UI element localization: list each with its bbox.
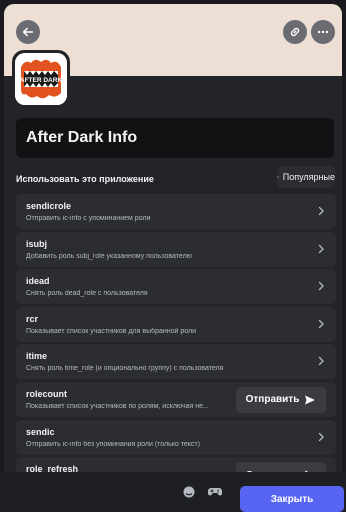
command-item-rcr[interactable]: rcr Показывает список участников для выб… (16, 306, 336, 342)
more-dots-icon (317, 30, 329, 34)
command-item-sendicrole[interactable]: sendicrole Отправить ic-info с упоминани… (16, 194, 336, 229)
command-description: Снять роль time_role (и опционально груп… (26, 365, 224, 373)
svg-text:AFTER DARK: AFTER DARK (20, 77, 63, 84)
chevron-right-icon (318, 432, 324, 441)
send-button[interactable]: Отправить (236, 386, 326, 413)
link-icon (290, 27, 300, 37)
close-button[interactable]: Закрыть (240, 486, 344, 512)
send-label: Отправить (245, 394, 300, 406)
app-avatar: AFTER DARK (12, 50, 70, 108)
sort-button[interactable]: Популярные (277, 166, 335, 188)
command-description: Снять роль dead_role с пользователя (26, 290, 148, 298)
emoji-icon[interactable] (182, 486, 196, 498)
after-dark-logo: AFTER DARK (15, 53, 67, 105)
command-name: rolecount (26, 388, 68, 399)
command-item-idead[interactable]: idead Снять роль dead_role с пользовател… (16, 269, 336, 305)
command-description: Отправить ic-info без упоминания роли (т… (26, 440, 200, 448)
chevron-right-icon (318, 206, 324, 216)
command-name: rcr (26, 313, 39, 324)
app-name: After Dark Info (26, 129, 138, 146)
send-button[interactable]: Отправить (236, 462, 326, 472)
command-name: isubj (26, 238, 48, 249)
command-description: Показывает список участников для выбранн… (26, 327, 196, 335)
gamepad-icon[interactable] (208, 486, 222, 498)
sort-label: Популярные (282, 172, 335, 182)
chevron-right-icon (318, 282, 324, 291)
command-list: sendicrole Отправить ic-info с упоминани… (16, 194, 336, 472)
chevron-right-icon (318, 357, 324, 366)
command-name: role_refresh (26, 464, 79, 472)
copy-link-button[interactable] (283, 20, 307, 44)
command-name: sendicrole (26, 201, 72, 211)
command-name: sendic (26, 426, 55, 437)
command-item-rolecount[interactable]: rolecount Показывает список участников п… (16, 381, 336, 417)
arrow-left-icon (22, 27, 34, 37)
app-name-box: After Dark Info (16, 118, 334, 158)
paper-plane-icon (305, 395, 316, 405)
command-description: Добавить роль subj_role указанному польз… (26, 252, 192, 260)
back-button[interactable] (16, 20, 40, 44)
command-name: itime (26, 351, 48, 362)
close-label: Закрыть (270, 493, 314, 505)
command-item-sendic[interactable]: sendic Отправить ic-info без упоминания … (16, 419, 336, 455)
sort-arrows-icon (277, 176, 279, 178)
chevron-right-icon (318, 244, 324, 253)
command-item-itime[interactable]: itime Снять роль time_role (и опциональн… (16, 344, 336, 380)
command-description: Отправить ic-info с упоминанием роли (26, 215, 151, 222)
more-button[interactable] (311, 20, 335, 44)
app-profile-panel: AFTER DARK After Dark Info Использовать … (4, 4, 342, 472)
command-description: Показывает список участников по ролям, и… (26, 402, 209, 410)
command-item-isubj[interactable]: isubj Добавить роль subj_role указанному… (16, 231, 336, 267)
command-name: idead (26, 276, 50, 287)
command-item-role-refresh[interactable]: role_refresh Отправить (16, 457, 336, 472)
section-title: Использовать это приложение (16, 174, 154, 184)
chevron-right-icon (318, 319, 324, 328)
